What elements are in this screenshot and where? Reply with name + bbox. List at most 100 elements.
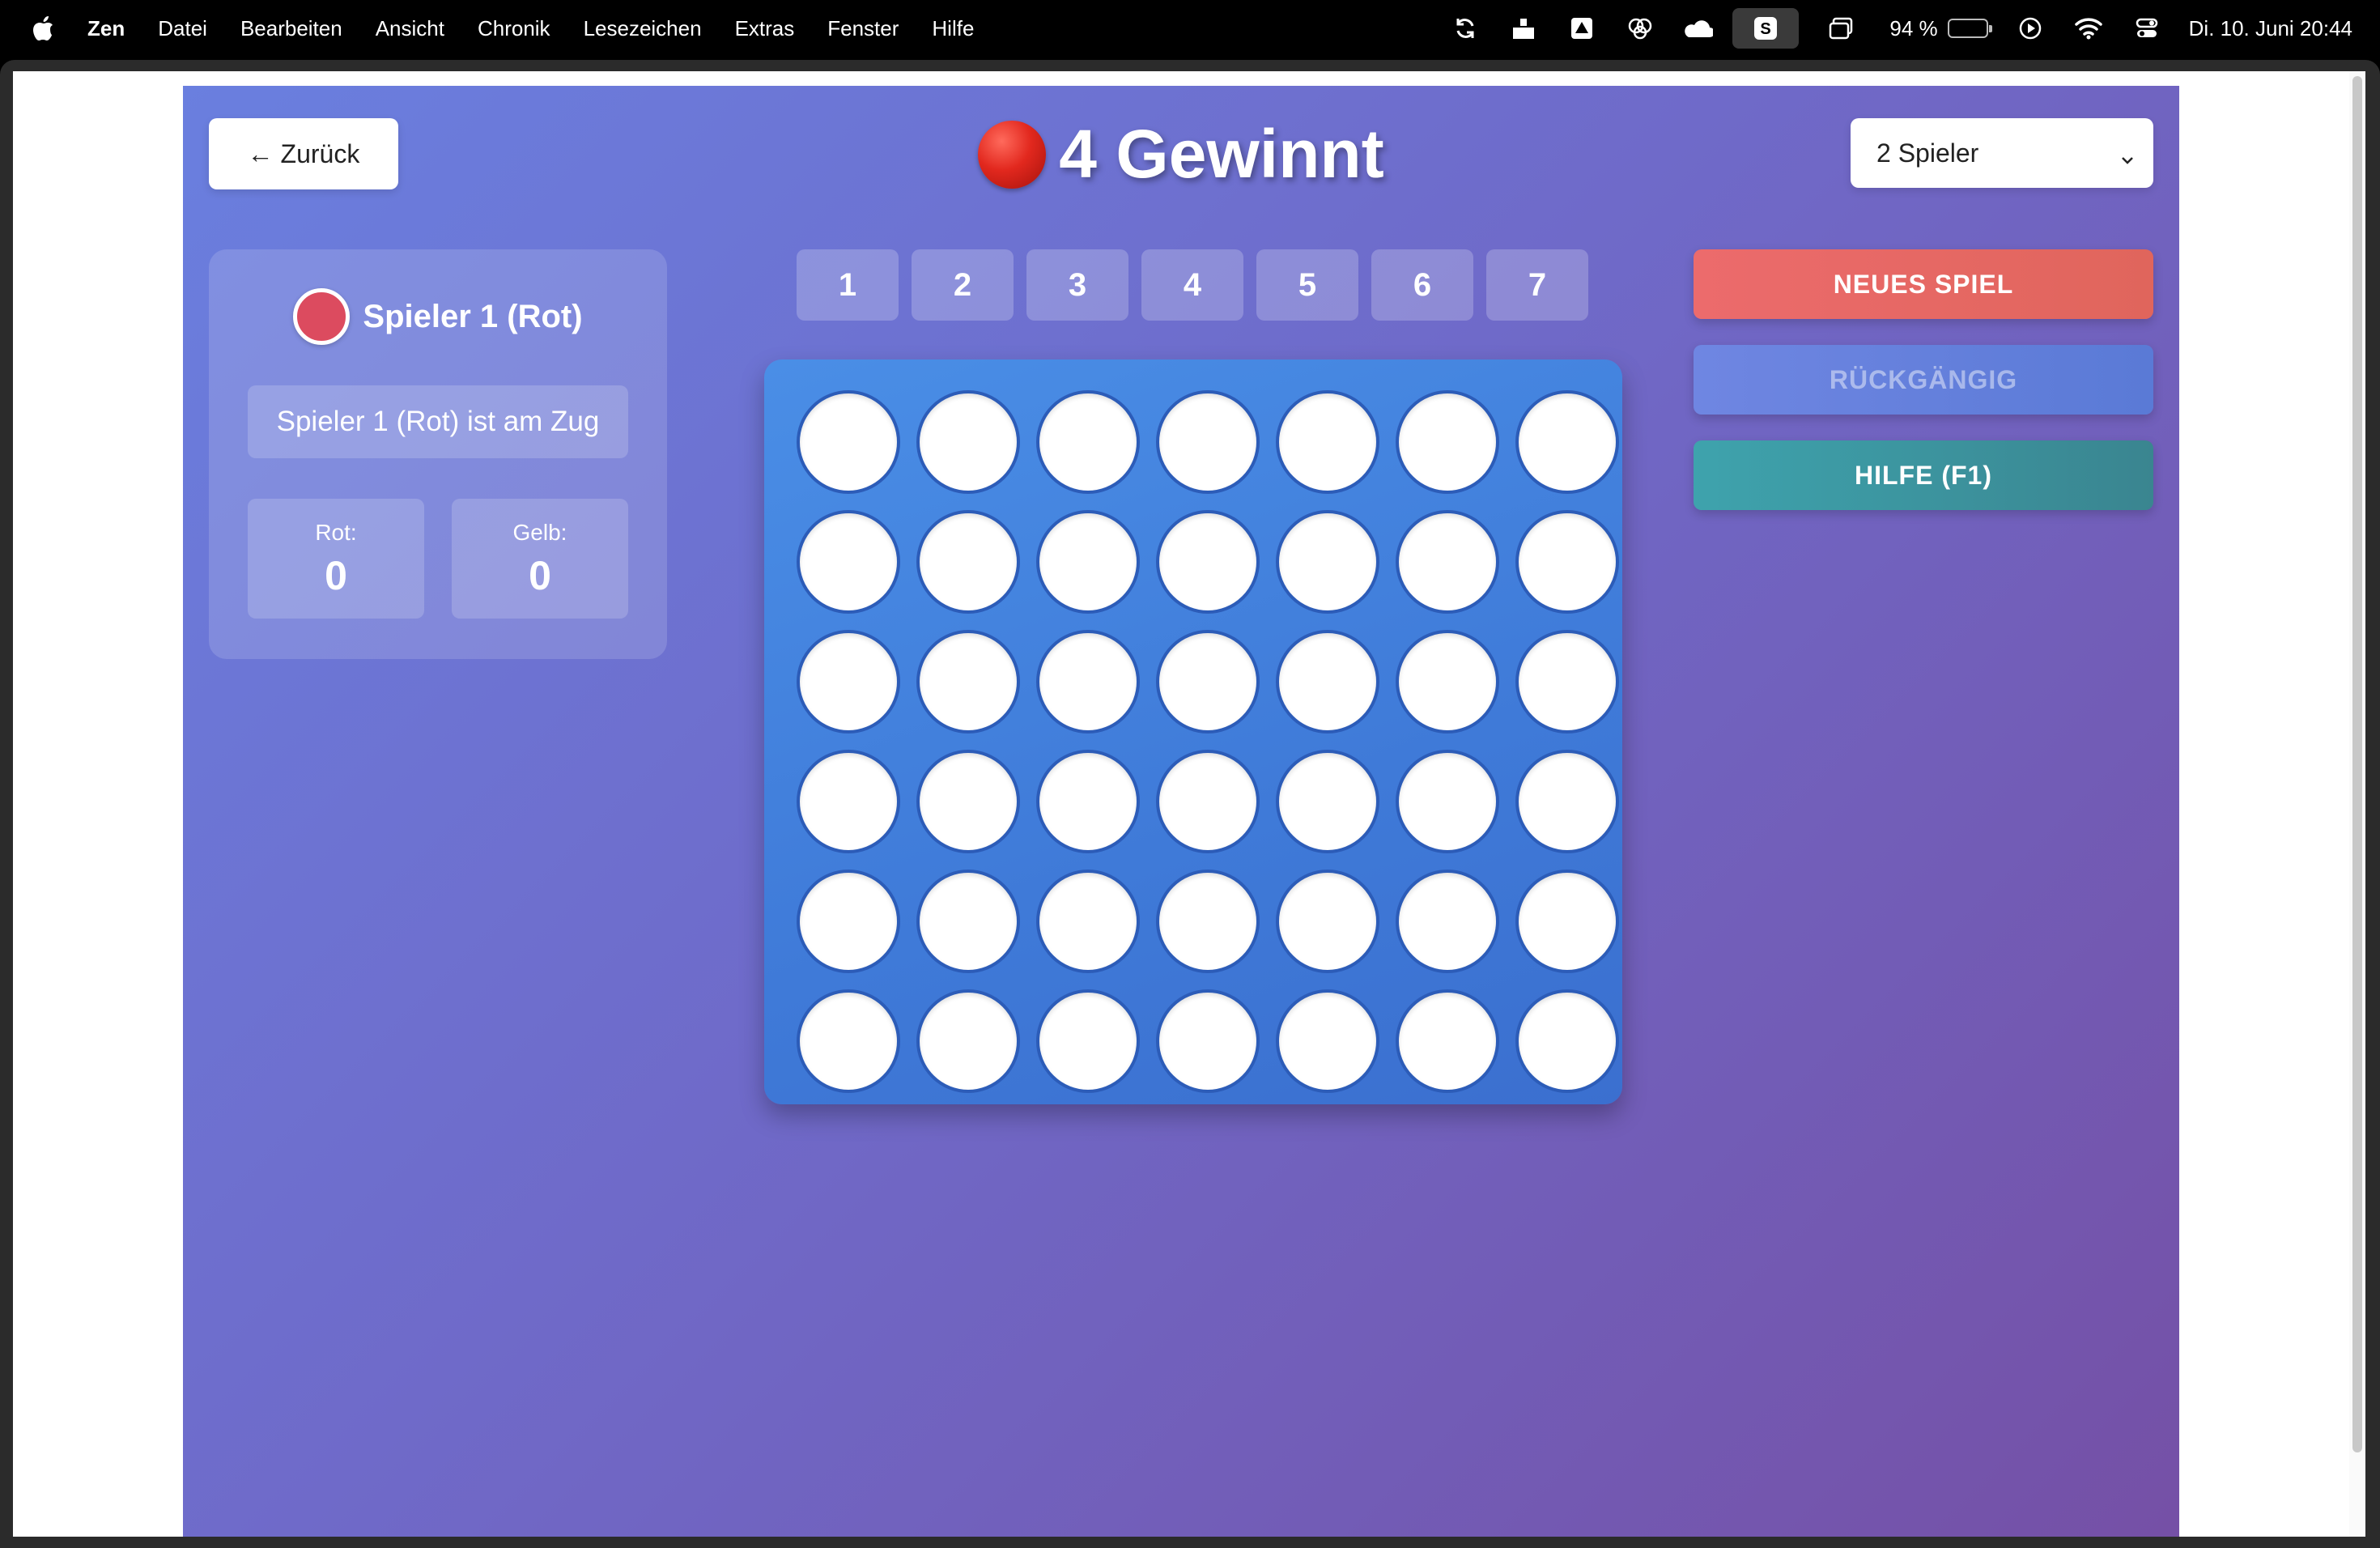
menu-ansicht[interactable]: Ansicht [376, 16, 444, 41]
menu-hilfe[interactable]: Hilfe [932, 16, 974, 41]
board-grid [797, 390, 1619, 1093]
board-cell[interactable] [1156, 750, 1260, 853]
board-cell[interactable] [1156, 989, 1260, 1093]
board-cell[interactable] [916, 630, 1020, 734]
chevron-down-icon [2119, 145, 2136, 164]
window-icon[interactable] [1825, 12, 1857, 45]
board-cell[interactable] [1515, 870, 1619, 973]
connect-four-page: ← Zurück 4 Gewinnt 2 Spieler Spieler 1 (… [183, 86, 2179, 1537]
brain-icon[interactable] [1624, 12, 1656, 45]
board-cell[interactable] [1396, 750, 1499, 853]
board-cell[interactable] [1276, 989, 1379, 1093]
scrollbar-thumb[interactable] [2352, 76, 2362, 1452]
board-cell[interactable] [1276, 630, 1379, 734]
board-cell[interactable] [1396, 510, 1499, 614]
board-cell[interactable] [797, 390, 900, 494]
wifi-icon[interactable] [2072, 12, 2105, 45]
scrollbar[interactable] [2349, 71, 2365, 1537]
score-red: Rot: 0 [248, 499, 424, 619]
control-center-icon[interactable] [2131, 12, 2163, 45]
menu-datetime[interactable]: Di. 10. Juni 20:44 [2189, 16, 2352, 41]
current-player: Spieler 1 (Rot) [209, 288, 667, 345]
browser-window: ← Zurück 4 Gewinnt 2 Spieler Spieler 1 (… [0, 60, 2380, 1548]
title-text: 4 Gewinnt [1059, 116, 1384, 192]
menu-bearbeiten[interactable]: Bearbeiten [240, 16, 342, 41]
menu-extras[interactable]: Extras [735, 16, 795, 41]
board-cell[interactable] [1156, 630, 1260, 734]
board-cell[interactable] [1156, 390, 1260, 494]
board-cell[interactable] [1276, 510, 1379, 614]
new-game-button[interactable]: NEUES SPIEL [1694, 249, 2153, 319]
column-button-1[interactable]: 1 [797, 249, 899, 321]
menu-bar-left: Zen Datei Bearbeiten Ansicht Chronik Les… [0, 0, 1007, 57]
board-cell[interactable] [916, 510, 1020, 614]
menu-bar: Zen Datei Bearbeiten Ansicht Chronik Les… [0, 0, 2380, 57]
share-icon[interactable] [1507, 12, 1540, 45]
board-cell[interactable] [797, 510, 900, 614]
red-disc-icon [978, 120, 1047, 189]
score-yellow: Gelb: 0 [452, 499, 628, 619]
score-red-label: Rot: [315, 520, 357, 545]
player-mode-select[interactable]: 2 Spieler [1851, 118, 2153, 188]
board-cell[interactable] [1515, 989, 1619, 1093]
column-button-5[interactable]: 5 [1256, 249, 1358, 321]
board-cell[interactable] [916, 989, 1020, 1093]
battery-percent: 94 % [1889, 15, 1938, 40]
board-cell[interactable] [1036, 630, 1140, 734]
board-cell[interactable] [1515, 630, 1619, 734]
column-button-4[interactable]: 4 [1141, 249, 1243, 321]
board-cell[interactable] [797, 630, 900, 734]
board-cell[interactable] [1036, 989, 1140, 1093]
cloud-icon[interactable] [1682, 12, 1715, 45]
board-cell[interactable] [1396, 870, 1499, 973]
score-red-value: 0 [325, 553, 347, 598]
column-button-3[interactable]: 3 [1026, 249, 1128, 321]
board-cell[interactable] [797, 750, 900, 853]
play-icon[interactable] [2014, 12, 2046, 45]
undo-button[interactable]: RÜCKGÄNGIG [1694, 345, 2153, 415]
board-cell[interactable] [797, 870, 900, 973]
board-cell[interactable] [1156, 870, 1260, 973]
current-player-name: Spieler 1 (Rot) [363, 298, 583, 334]
sync-icon[interactable] [1449, 12, 1481, 45]
battery-icon [1947, 19, 1992, 38]
board-cell[interactable] [1515, 390, 1619, 494]
menu-chronik[interactable]: Chronik [478, 16, 550, 41]
page-viewport: ← Zurück 4 Gewinnt 2 Spieler Spieler 1 (… [13, 71, 2365, 1537]
board-cell[interactable] [1515, 510, 1619, 614]
menu-datei[interactable]: Datei [158, 16, 207, 41]
player-mode-value: 2 Spieler [1876, 138, 1979, 168]
column-button-2[interactable]: 2 [912, 249, 1014, 321]
board-cell[interactable] [916, 750, 1020, 853]
drive-icon[interactable] [1566, 12, 1598, 45]
board-cell[interactable] [1036, 390, 1140, 494]
board-cell[interactable] [1036, 750, 1140, 853]
menu-lesezeichen[interactable]: Lesezeichen [584, 16, 702, 41]
column-buttons: 1 2 3 4 5 6 7 [797, 249, 1588, 321]
board-cell[interactable] [1156, 510, 1260, 614]
column-button-7[interactable]: 7 [1486, 249, 1588, 321]
board-cell[interactable] [1276, 870, 1379, 973]
help-button[interactable]: HILFE (F1) [1694, 440, 2153, 510]
apple-icon[interactable] [31, 15, 55, 42]
board-cell[interactable] [1036, 870, 1140, 973]
board-cell[interactable] [1276, 390, 1379, 494]
board-cell[interactable] [1396, 390, 1499, 494]
s-app-icon[interactable]: S [1732, 8, 1800, 49]
board-cell[interactable] [916, 390, 1020, 494]
board-cell[interactable] [1036, 510, 1140, 614]
score-yellow-value: 0 [529, 553, 551, 598]
game-info-panel: Spieler 1 (Rot) Spieler 1 (Rot) ist am Z… [209, 249, 667, 659]
board-cell[interactable] [1515, 750, 1619, 853]
menu-bar-right: S 94 % Di. 10. Juni 20:44 [1423, 0, 2380, 57]
menu-fenster[interactable]: Fenster [827, 16, 899, 41]
battery-status[interactable]: 94 % [1889, 15, 1992, 41]
board-cell[interactable] [1396, 989, 1499, 1093]
board-cell[interactable] [916, 870, 1020, 973]
menu-app-name[interactable]: Zen [87, 16, 125, 41]
board-cell[interactable] [1276, 750, 1379, 853]
board-cell[interactable] [797, 989, 900, 1093]
current-player-disc-icon [293, 288, 351, 345]
column-button-6[interactable]: 6 [1371, 249, 1473, 321]
board-cell[interactable] [1396, 630, 1499, 734]
